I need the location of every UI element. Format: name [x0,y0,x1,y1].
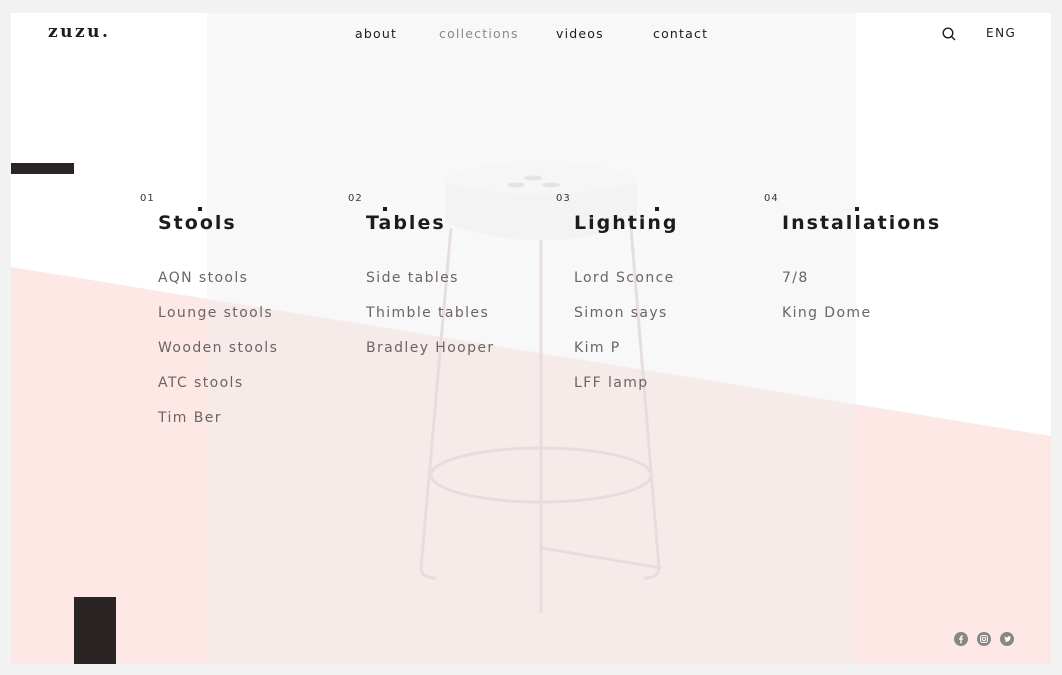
category-list: 7/8 King Dome [782,270,871,340]
nav-contact[interactable]: contact [653,26,708,41]
category-marker [855,207,859,211]
instagram-link[interactable] [977,632,991,646]
list-item[interactable]: Tim Ber [158,410,278,445]
category-number: 01 [140,193,155,204]
list-item[interactable]: Side tables [366,270,495,305]
category-list: Side tables Thimble tables Bradley Hoope… [366,270,495,375]
instagram-icon [980,635,988,643]
category-marker [198,207,202,211]
decorative-bar-top [11,163,74,174]
list-item[interactable]: Lord Sconce [574,270,675,305]
twitter-link[interactable] [1000,632,1014,646]
category-list: AQN stools Lounge stools Wooden stools A… [158,270,278,445]
nav-about[interactable]: about [355,26,397,41]
facebook-link[interactable] [954,632,968,646]
list-item[interactable]: 7/8 [782,270,871,305]
language-switcher[interactable]: ENG [986,26,1016,40]
list-item[interactable]: Simon says [574,305,675,340]
category-title[interactable]: Tables [366,212,446,234]
category-number: 02 [348,193,363,204]
category-title[interactable]: Stools [158,212,237,234]
list-item[interactable]: King Dome [782,305,871,340]
category-title[interactable]: Installations [782,212,941,234]
list-item[interactable]: Kim P [574,340,675,375]
list-item[interactable]: AQN stools [158,270,278,305]
category-list: Lord Sconce Simon says Kim P LFF lamp [574,270,675,410]
category-number: 03 [556,193,571,204]
facebook-icon [959,635,964,644]
decorative-bar-bottom [74,597,116,664]
nav-videos[interactable]: videos [556,26,604,41]
list-item[interactable]: Bradley Hooper [366,340,495,375]
list-item[interactable]: Thimble tables [366,305,495,340]
list-item[interactable]: Lounge stools [158,305,278,340]
category-title[interactable]: Lighting [574,212,678,234]
twitter-icon [1004,636,1011,642]
list-item[interactable]: ATC stools [158,375,278,410]
search-icon [942,27,956,41]
category-marker [383,207,387,211]
list-item[interactable]: Wooden stools [158,340,278,375]
nav-collections[interactable]: collections [439,26,519,41]
category-marker [655,207,659,211]
brand-logo[interactable]: zuzu. [48,22,110,42]
list-item[interactable]: LFF lamp [574,375,675,410]
category-number: 04 [764,193,779,204]
search-button[interactable] [940,25,958,43]
